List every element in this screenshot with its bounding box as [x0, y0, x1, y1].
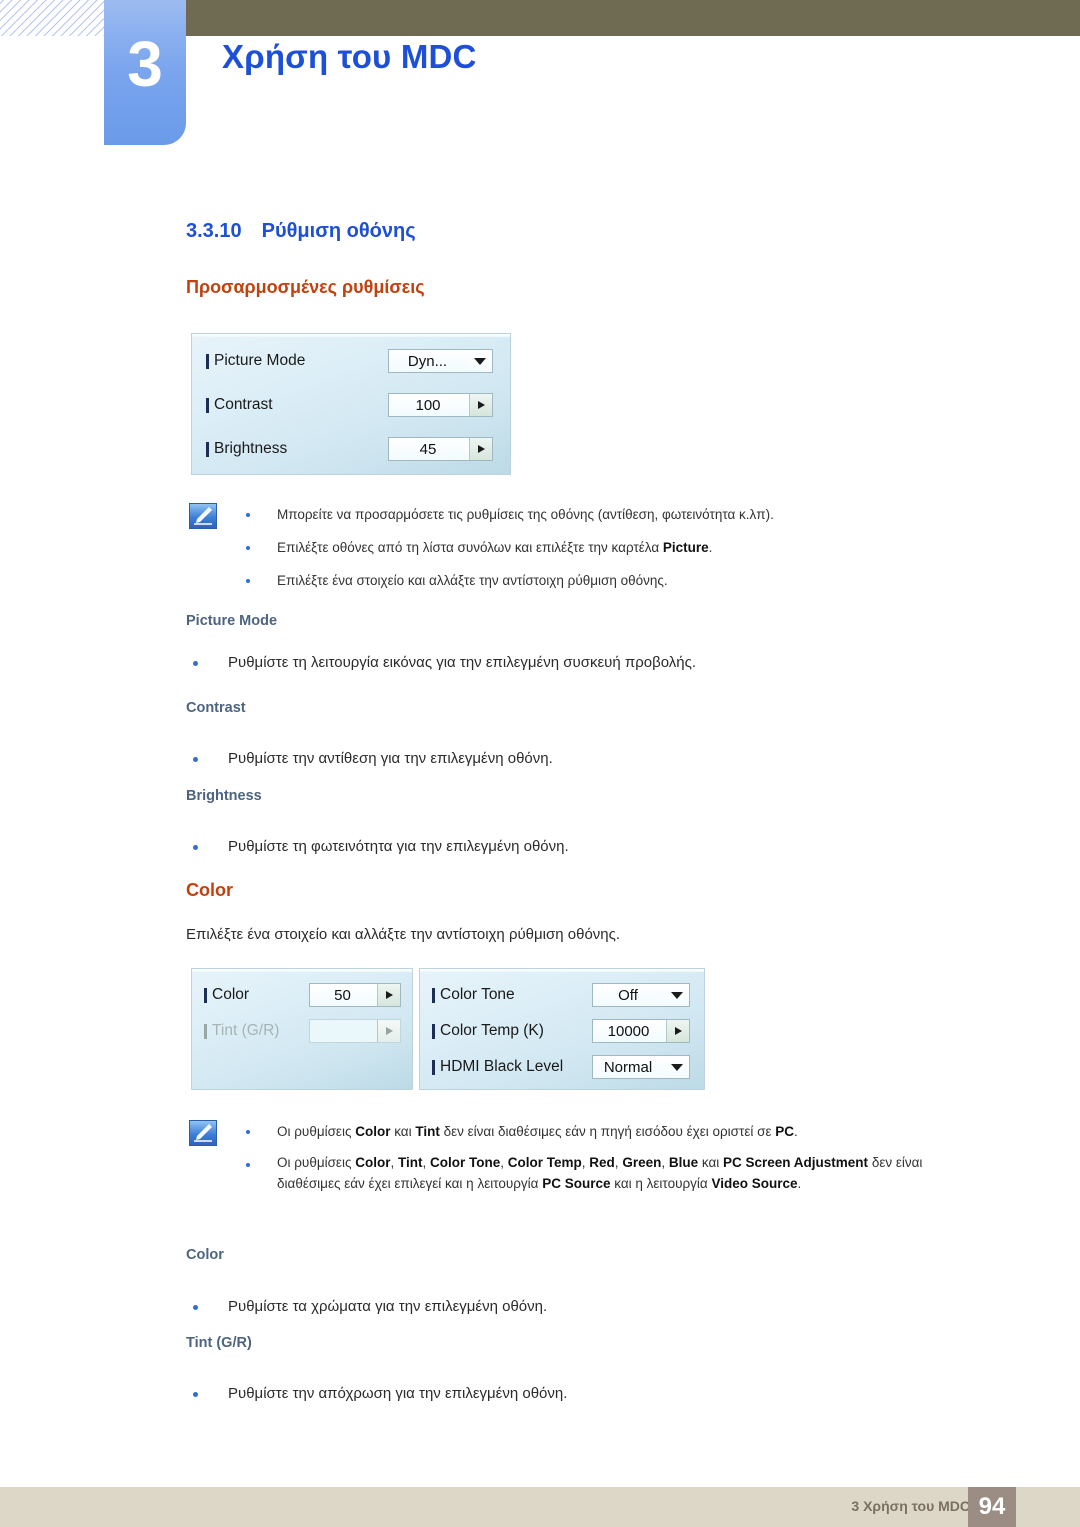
- brightness-label: Brightness: [214, 440, 288, 457]
- picture-mode-value: Dyn...: [389, 350, 468, 372]
- note-pencil-icon: [189, 1120, 217, 1146]
- color-stepper[interactable]: 50: [309, 983, 401, 1007]
- contrast-row: Contrast: [206, 396, 273, 414]
- topic-text-tint: Ρυθμίστε την απόχρωση για την επιλεγμένη…: [228, 1385, 568, 1402]
- note-bullet: [246, 513, 250, 517]
- stepper-right-arrow-icon[interactable]: [469, 394, 492, 416]
- panel-top-highlight: [192, 334, 510, 337]
- corner-hatch-decoration: [0, 0, 104, 36]
- row-tick-icon: [432, 1059, 435, 1075]
- header-olive-bar: [186, 0, 1080, 36]
- stepper-right-arrow-icon[interactable]: [469, 438, 492, 460]
- color-tone-row: Color Tone: [432, 986, 515, 1004]
- chapter-number-tab: 3: [104, 0, 186, 145]
- color-value: 50: [310, 984, 377, 1006]
- stepper-right-arrow-icon[interactable]: [666, 1020, 689, 1042]
- tint-stepper: [309, 1019, 401, 1043]
- topic-bullet: [193, 845, 198, 850]
- color-tone-label: Color Tone: [440, 986, 515, 1003]
- row-tick-icon: [206, 397, 209, 413]
- topic-text-contrast: Ρυθμίστε την αντίθεση για την επιλεγμένη…: [228, 750, 553, 767]
- note-pencil-icon: [189, 503, 217, 529]
- row-tick-icon: [204, 987, 207, 1003]
- note1-bullet-2: Επιλέξτε οθόνες από τη λίστα συνόλων και…: [277, 540, 713, 555]
- hdmi-black-level-dropdown[interactable]: Normal: [592, 1055, 690, 1079]
- stepper-right-arrow-icon[interactable]: [377, 984, 400, 1006]
- color-temp-label: Color Temp (K): [440, 1022, 544, 1039]
- color-label: Color: [212, 986, 250, 1003]
- topic-text-picture-mode: Ρυθμίστε τη λειτουργία εικόνας για την ε…: [228, 654, 696, 671]
- panel-top-highlight: [420, 969, 704, 972]
- note-bullet: [246, 546, 250, 550]
- color-tone-dropdown[interactable]: Off: [592, 983, 690, 1007]
- note2-bullet-2: Οι ρυθμίσεις Color, Tint, Color Tone, Co…: [277, 1155, 923, 1191]
- brightness-value: 45: [389, 438, 469, 460]
- color-tone-value: Off: [593, 984, 665, 1006]
- color-settings-panel-left: Color 50 Tint (G/R): [191, 968, 413, 1090]
- brightness-row: Brightness: [206, 440, 287, 458]
- section-number: 3.3.10: [186, 220, 242, 242]
- contrast-label: Contrast: [214, 396, 273, 413]
- color-temp-stepper[interactable]: 10000: [592, 1019, 690, 1043]
- picture-mode-row: Picture Mode: [206, 352, 305, 370]
- picture-mode-dropdown[interactable]: Dyn...: [388, 349, 493, 373]
- color-temp-row: Color Temp (K): [432, 1022, 544, 1040]
- page-number: 94: [968, 1487, 1016, 1527]
- color-settings-panel-right: Color Tone Off Color Temp (K) 10000 HDMI…: [419, 968, 705, 1090]
- color-section-intro: Επιλέξτε ένα στοιχείο και αλλάξτε την αν…: [186, 926, 621, 943]
- row-tick-icon: [206, 441, 209, 457]
- row-tick-icon: [432, 1023, 435, 1039]
- topic-heading-tint: Tint (G/R): [186, 1335, 252, 1351]
- section-heading: 3.3.10 Ρύθμιση οθόνης: [186, 220, 416, 243]
- tint-value: [310, 1020, 377, 1042]
- note-bullet: [246, 1130, 250, 1134]
- note1-bullet-3: Επιλέξτε ένα στοιχείο και αλλάξτε την αν…: [277, 573, 668, 588]
- topic-bullet: [193, 1392, 198, 1397]
- contrast-stepper[interactable]: 100: [388, 393, 493, 417]
- hdmi-black-level-row: HDMI Black Level: [432, 1058, 563, 1076]
- topic-bullet: [193, 1305, 198, 1310]
- footer-label: 3 Χρήση του MDC: [851, 1498, 970, 1514]
- topic-bullet: [193, 757, 198, 762]
- hdmi-black-level-value: Normal: [593, 1056, 665, 1078]
- row-tick-icon: [206, 353, 209, 369]
- chapter-title: Χρήση του MDC: [222, 38, 477, 75]
- topic-heading-picture-mode: Picture Mode: [186, 613, 278, 629]
- topic-text-color: Ρυθμίστε τα χρώματα για την επιλεγμένη ο…: [228, 1298, 548, 1315]
- topic-heading-contrast: Contrast: [186, 700, 246, 716]
- color-section-heading: Color: [186, 880, 233, 900]
- topic-text-brightness: Ρυθμίστε τη φωτεινότητα για την επιλεγμέ…: [228, 838, 569, 855]
- picture-settings-panel: Picture Mode Dyn... Contrast 100 Brightn…: [191, 333, 511, 475]
- note-bullet: [246, 579, 250, 583]
- hdmi-black-level-label: HDMI Black Level: [440, 1058, 564, 1075]
- brightness-stepper[interactable]: 45: [388, 437, 493, 461]
- chevron-down-icon[interactable]: [665, 984, 689, 1006]
- picture-mode-label: Picture Mode: [214, 352, 306, 369]
- topic-heading-brightness: Brightness: [186, 788, 262, 804]
- topic-heading-color: Color: [186, 1247, 224, 1263]
- stepper-right-arrow-icon: [377, 1020, 400, 1042]
- tint-row: Tint (G/R): [204, 1022, 279, 1040]
- chevron-down-icon[interactable]: [665, 1056, 689, 1078]
- panel-top-highlight: [192, 969, 412, 972]
- color-temp-value: 10000: [593, 1020, 666, 1042]
- row-tick-icon: [432, 987, 435, 1003]
- note-bullet: [246, 1163, 250, 1167]
- chevron-down-icon[interactable]: [468, 350, 492, 372]
- row-tick-icon: [204, 1023, 207, 1039]
- topic-bullet: [193, 661, 198, 666]
- note2-bullet-1: Οι ρυθμίσεις Color και Tint δεν είναι δι…: [277, 1124, 798, 1139]
- contrast-value: 100: [389, 394, 469, 416]
- color-row: Color: [204, 986, 249, 1004]
- note1-bullet-1: Μπορείτε να προσαρμόσετε τις ρυθμίσεις τ…: [277, 507, 774, 522]
- tint-label: Tint (G/R): [212, 1022, 280, 1039]
- section-subtitle: Προσαρμοσμένες ρυθμίσεις: [186, 277, 425, 297]
- section-title: Ρύθμιση οθόνης: [261, 220, 416, 242]
